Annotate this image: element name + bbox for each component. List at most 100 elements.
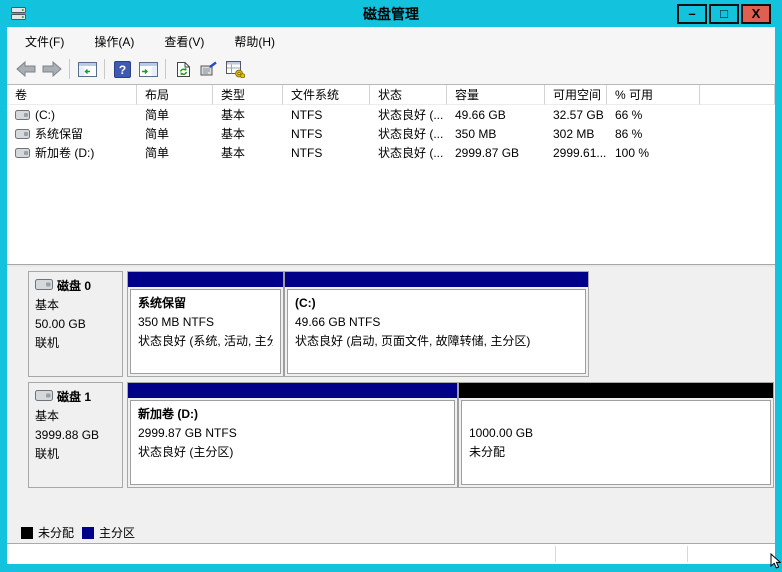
volume-capacity: 2999.87 GB — [455, 145, 520, 160]
minimize-button[interactable]: – — [677, 3, 707, 24]
disk-0-partitions: 系统保留 350 MB NTFS 状态良好 (系统, 活动, 主分区) (C:)… — [127, 271, 589, 377]
partition-size: 49.66 GB NTFS — [295, 315, 381, 329]
volume-filesystem: NTFS — [291, 126, 323, 141]
volume-name: (C:) — [35, 107, 55, 122]
partition-d-drive[interactable]: 新加卷 (D:) 2999.87 GB NTFS 状态良好 (主分区) — [128, 383, 459, 487]
console-tree-icon[interactable] — [74, 57, 100, 81]
partition-color-stripe — [459, 383, 773, 398]
column-header-volume[interactable]: 卷 — [7, 85, 137, 105]
legend-item-unallocated: 未分配 — [21, 524, 74, 541]
partition-c-drive[interactable]: (C:) 49.66 GB NTFS 状态良好 (启动, 页面文件, 故障转储,… — [285, 272, 588, 376]
table-row[interactable]: 新加卷 (D:) 简单 基本 NTFS 状态良好 (... 2999.87 GB… — [7, 143, 775, 162]
partition-color-stripe — [128, 272, 283, 287]
disk-name: 磁盘 0 — [57, 279, 92, 293]
disk-size: 50.00 GB — [35, 317, 86, 331]
properties-icon[interactable] — [196, 57, 222, 81]
manage-icon[interactable] — [222, 57, 248, 81]
disk-0-label-panel[interactable]: 磁盘 0 基本 50.00 GB 联机 — [28, 271, 123, 377]
disk-management-window: 磁盘管理 – □ X 文件(F) 操作(A) 查看(V) 帮助(H) ? 卷 布… — [0, 0, 782, 572]
volume-name: 系统保留 — [35, 127, 84, 141]
disk-icon — [35, 388, 53, 407]
back-icon[interactable] — [13, 57, 39, 81]
legend-label: 未分配 — [38, 526, 75, 540]
column-header-status[interactable]: 状态 — [370, 85, 447, 105]
column-header-layout[interactable]: 布局 — [137, 85, 213, 105]
partition-size: 2999.87 GB NTFS — [138, 426, 237, 440]
disk-1-partitions: 新加卷 (D:) 2999.87 GB NTFS 状态良好 (主分区) 1000… — [127, 382, 774, 488]
volume-percent-free: 86 % — [615, 126, 643, 141]
volume-layout: 简单 — [145, 146, 170, 160]
partition-status: 状态良好 (启动, 页面文件, 故障转储, 主分区) — [295, 334, 531, 348]
forward-icon[interactable] — [39, 57, 65, 81]
legend-label: 主分区 — [99, 526, 136, 540]
action-pane-icon[interactable] — [135, 57, 161, 81]
legend-swatch — [21, 526, 33, 539]
window-title: 磁盘管理 — [363, 5, 419, 22]
partition-system-reserved[interactable]: 系统保留 350 MB NTFS 状态良好 (系统, 活动, 主分区) — [128, 272, 285, 376]
toolbar: ? — [7, 54, 775, 85]
statusbar-separator — [555, 546, 556, 562]
menu-view[interactable]: 查看(V) — [160, 31, 208, 52]
volume-icon — [15, 147, 30, 158]
toolbar-separator — [104, 59, 105, 79]
volume-filesystem: NTFS — [291, 145, 323, 160]
partition-unallocated[interactable]: 1000.00 GB 未分配 — [459, 383, 773, 487]
disk-type: 基本 — [35, 409, 60, 423]
refresh-icon[interactable] — [170, 57, 196, 81]
graphical-view: 磁盘 0 基本 50.00 GB 联机 系统保留 350 MB NTFS 状态良… — [7, 267, 775, 543]
volume-percent-free: 100 % — [615, 145, 650, 160]
status-bar — [7, 543, 775, 564]
volume-status: 状态良好 (... — [378, 127, 444, 141]
column-header-free-space[interactable]: 可用空间 — [545, 85, 607, 105]
maximize-button[interactable]: □ — [709, 3, 739, 24]
column-header-percent-free[interactable]: % 可用 — [607, 85, 700, 105]
volume-icon — [15, 128, 30, 139]
volume-layout: 简单 — [145, 127, 170, 141]
column-header-type[interactable]: 类型 — [213, 85, 283, 105]
volume-type: 基本 — [221, 108, 246, 122]
disk-status: 联机 — [35, 447, 60, 461]
partition-color-stripe — [285, 272, 588, 287]
table-row[interactable]: 系统保留 简单 基本 NTFS 状态良好 (... 350 MB 302 MB … — [7, 124, 775, 143]
titlebar: 磁盘管理 – □ X — [7, 0, 775, 27]
svg-text:?: ? — [118, 62, 125, 76]
partition-status: 未分配 — [469, 445, 506, 459]
help-icon[interactable]: ? — [109, 57, 135, 81]
volume-list-header: 卷 布局 类型 文件系统 状态 容量 可用空间 % 可用 — [7, 85, 775, 105]
volume-percent-free: 66 % — [615, 107, 643, 122]
volume-capacity: 350 MB — [455, 126, 497, 141]
volume-type: 基本 — [221, 146, 246, 160]
disk-1-row: 磁盘 1 基本 3999.88 GB 联机 新加卷 (D:) 2999.87 G… — [28, 382, 775, 488]
volume-name: 新加卷 (D:) — [35, 146, 95, 160]
mouse-cursor-icon — [770, 552, 782, 572]
menubar: 文件(F) 操作(A) 查看(V) 帮助(H) — [7, 28, 775, 54]
column-header-filesystem[interactable]: 文件系统 — [283, 85, 370, 105]
volume-layout: 简单 — [145, 108, 170, 122]
column-header-filler — [700, 85, 775, 105]
table-row[interactable]: (C:) 简单 基本 NTFS 状态良好 (... 49.66 GB 32.57… — [7, 105, 775, 124]
volume-free-space: 2999.61... — [553, 145, 607, 160]
disk-type: 基本 — [35, 298, 60, 312]
column-header-capacity[interactable]: 容量 — [447, 85, 545, 105]
partition-status: 状态良好 (系统, 活动, 主分区) — [138, 334, 273, 348]
partition-title: (C:) — [295, 296, 316, 310]
volume-capacity: 49.66 GB — [455, 107, 506, 122]
volume-status: 状态良好 (... — [378, 146, 444, 160]
volume-free-space: 32.57 GB — [553, 107, 604, 122]
legend-item-primary-partition: 主分区 — [82, 524, 135, 541]
statusbar-separator — [687, 546, 688, 562]
partition-status: 状态良好 (主分区) — [138, 445, 234, 459]
volume-type: 基本 — [221, 127, 246, 141]
partition-size: 350 MB NTFS — [138, 315, 215, 329]
menu-help[interactable]: 帮助(H) — [230, 31, 279, 52]
disk-icon — [35, 277, 53, 296]
disk-0-row: 磁盘 0 基本 50.00 GB 联机 系统保留 350 MB NTFS 状态良… — [28, 271, 775, 377]
volume-filesystem: NTFS — [291, 107, 323, 122]
menu-action[interactable]: 操作(A) — [90, 31, 138, 52]
disk-1-label-panel[interactable]: 磁盘 1 基本 3999.88 GB 联机 — [28, 382, 123, 488]
menu-file[interactable]: 文件(F) — [21, 31, 68, 52]
partition-title — [469, 405, 763, 424]
close-button[interactable]: X — [741, 3, 771, 24]
legend: 未分配 主分区 — [7, 522, 775, 543]
disk-status: 联机 — [35, 336, 60, 350]
